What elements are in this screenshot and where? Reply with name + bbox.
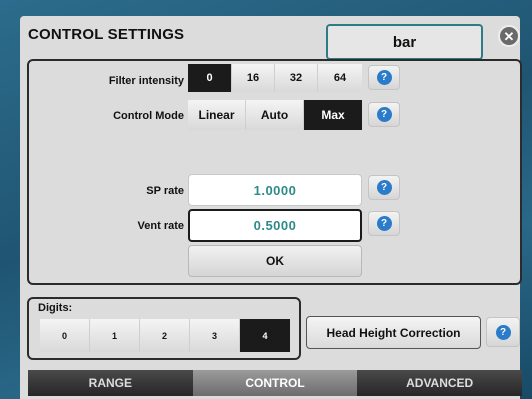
control-mode-help-button[interactable]: ? [368,102,400,127]
head-height-help-button[interactable]: ? [486,317,520,347]
digits-option-0[interactable]: 0 [40,319,90,352]
tab-advanced[interactable]: ADVANCED [357,370,523,396]
digits-option-3[interactable]: 3 [190,319,240,352]
close-icon[interactable]: ✕ [498,25,520,47]
digits-option-4[interactable]: 4 [240,319,290,352]
control-mode-auto[interactable]: Auto [246,100,304,130]
ok-button[interactable]: OK [188,245,362,277]
digits-selector: 0 1 2 3 4 [40,319,290,352]
help-icon: ? [376,180,392,195]
filter-option-0[interactable]: 0 [188,64,232,92]
filter-option-16[interactable]: 16 [232,64,275,92]
control-mode-linear[interactable]: Linear [188,100,246,130]
filter-intensity-label: Filter intensity [108,75,184,87]
filter-intensity-selector: 0 16 32 64 [188,64,362,92]
bottom-tab-bar: RANGE CONTROL ADVANCED [28,370,523,396]
control-mode-max[interactable]: Max [304,100,362,130]
help-icon: ? [376,70,392,85]
sp-rate-help-button[interactable]: ? [368,175,400,200]
sp-rate-label: SP rate [146,185,184,197]
control-mode-label: Control Mode [113,110,184,122]
filter-option-32[interactable]: 32 [275,64,318,92]
filter-help-button[interactable]: ? [368,65,400,90]
page-title: CONTROL SETTINGS [28,26,185,43]
sp-rate-field[interactable]: 1.0000 [188,174,362,206]
vent-rate-field[interactable]: 0.5000 [188,209,362,242]
vent-rate-label: Vent rate [137,220,184,232]
tab-range[interactable]: RANGE [28,370,193,396]
head-height-correction-button[interactable]: Head Height Correction [306,316,481,349]
filter-option-64[interactable]: 64 [318,64,362,92]
tab-control[interactable]: CONTROL [192,370,358,396]
digits-option-2[interactable]: 2 [140,319,190,352]
vent-rate-help-button[interactable]: ? [368,211,400,236]
help-icon: ? [376,216,392,231]
control-mode-selector: Linear Auto Max [188,100,362,130]
digits-label: Digits: [38,302,73,314]
digits-option-1[interactable]: 1 [90,319,140,352]
help-icon: ? [376,107,392,122]
help-icon: ? [495,324,511,340]
unit-button[interactable]: bar [326,24,483,60]
